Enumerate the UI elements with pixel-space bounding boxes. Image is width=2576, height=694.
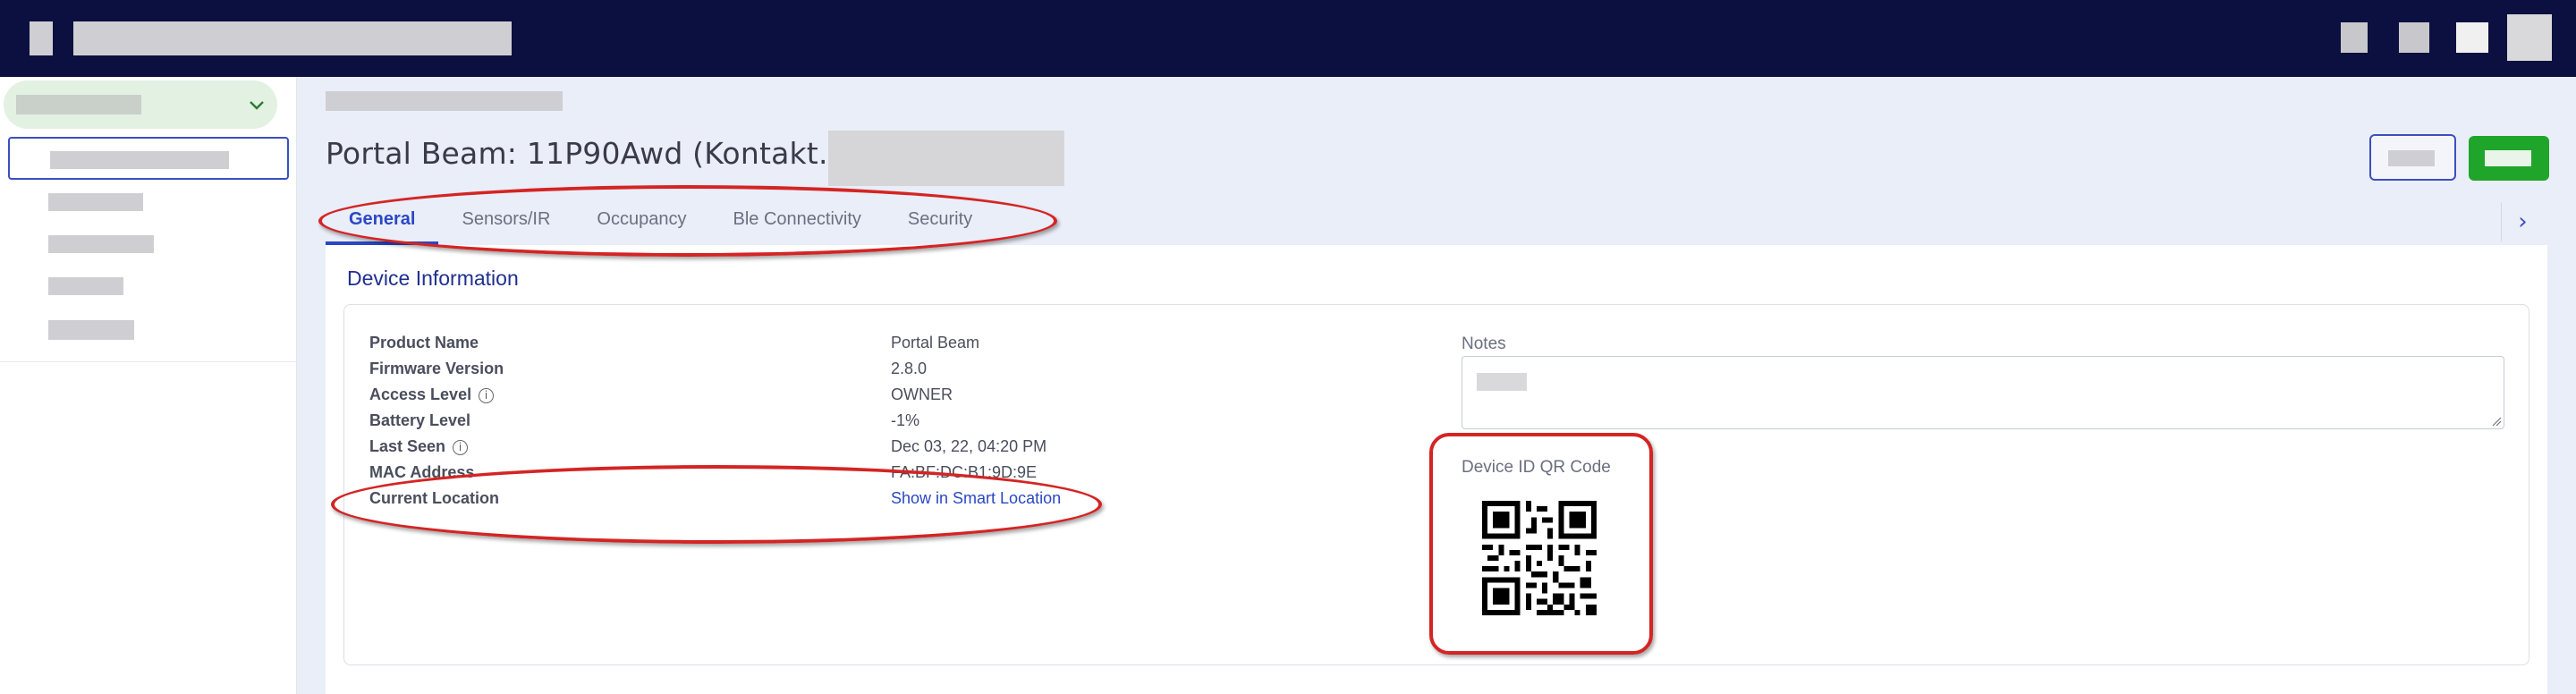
sidebar-item[interactable] — [48, 320, 134, 340]
sidebar-item[interactable] — [48, 235, 154, 253]
field-row: Last Seen i Dec 03, 22, 04:20 PM — [369, 437, 1443, 461]
topbar-icon-1[interactable] — [2341, 22, 2368, 53]
field-value: 2.8.0 — [891, 360, 928, 377]
sidebar-item[interactable] — [48, 193, 143, 211]
sidebar-selector-placeholder — [16, 95, 141, 114]
sidebar — [0, 77, 297, 694]
info-icon[interactable]: i — [479, 387, 495, 403]
field-label-last-seen: Last Seen i — [369, 437, 469, 456]
field-label: Last Seen — [369, 437, 446, 455]
field-value: -1% — [891, 411, 920, 429]
sidebar-item-selected[interactable] — [8, 137, 289, 180]
field-label-access-level: Access Level i — [369, 385, 495, 404]
field-label: Firmware Version — [369, 360, 504, 377]
field-row: Product Name Portal Beam — [369, 334, 1443, 357]
section-title: Device Information — [347, 267, 519, 290]
app-logo-placeholder[interactable] — [30, 21, 53, 55]
sidebar-divider — [0, 361, 297, 362]
field-value: OWNER — [891, 385, 953, 403]
topbar-icon-2[interactable] — [2399, 22, 2429, 53]
field-value: Dec 03, 22, 04:20 PM — [891, 437, 1047, 455]
notes-textarea[interactable] — [1462, 356, 2504, 429]
chevron-right-icon: › — [2518, 208, 2528, 235]
page-title: Portal Beam: 11P90Awd (Kontakt.io) — [326, 136, 867, 171]
field-row: Firmware Version 2.8.0 — [369, 360, 1443, 383]
button-label-placeholder — [2388, 150, 2435, 166]
title-redacted-placeholder — [828, 131, 1064, 186]
secondary-action-button[interactable] — [2369, 134, 2456, 181]
tab-scroll-right-button[interactable]: › — [2501, 202, 2544, 241]
field-row: Battery Level -1% — [369, 411, 1443, 435]
button-label-placeholder — [2485, 150, 2531, 166]
top-app-bar — [0, 0, 2576, 77]
sidebar-selector[interactable] — [4, 80, 277, 129]
resize-handle-icon[interactable] — [2491, 416, 2502, 427]
app-title-placeholder — [73, 21, 512, 55]
annotation-box-qr-code — [1429, 433, 1653, 655]
field-label: Access Level — [369, 385, 472, 403]
sidebar-item-placeholder — [50, 151, 229, 169]
annotation-ellipse-tabs — [318, 185, 1057, 257]
chevron-down-icon — [250, 101, 264, 110]
field-value: Portal Beam — [891, 334, 980, 351]
notes-content-placeholder — [1477, 373, 1527, 391]
annotation-ellipse-current-location — [331, 465, 1102, 544]
field-row: Access Level i OWNER — [369, 385, 1443, 409]
info-icon[interactable]: i — [453, 439, 469, 455]
breadcrumb-placeholder[interactable] — [326, 91, 563, 111]
avatar[interactable] — [2507, 14, 2552, 61]
notes-label: Notes — [1462, 334, 1506, 353]
field-label: Battery Level — [369, 411, 471, 429]
primary-action-button[interactable] — [2469, 136, 2549, 181]
topbar-icon-3[interactable] — [2456, 22, 2488, 53]
field-label: Product Name — [369, 334, 479, 351]
sidebar-item[interactable] — [48, 277, 123, 295]
